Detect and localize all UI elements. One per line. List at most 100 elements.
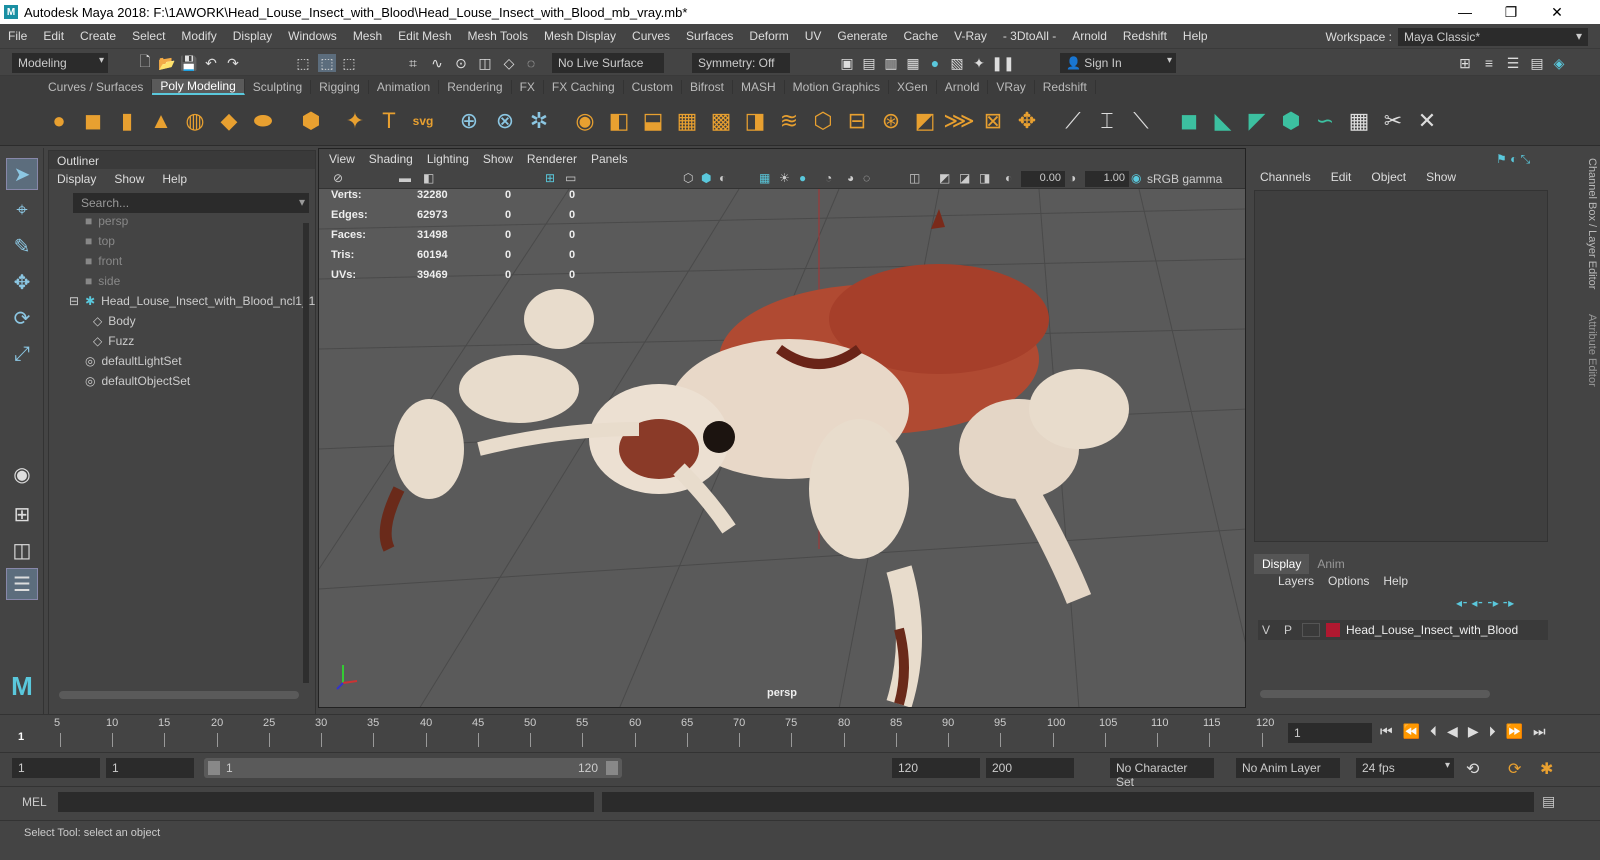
- cut-uv-icon[interactable]: ✕: [1412, 106, 1442, 136]
- outliner-menu-help[interactable]: Help: [162, 172, 187, 186]
- scale-tool-icon[interactable]: ⤢: [6, 338, 38, 370]
- display-layer-row[interactable]: V P Head_Louse_Insect_with_Blood: [1258, 620, 1548, 640]
- viewport-menu-view[interactable]: View: [329, 152, 355, 166]
- tab-vray[interactable]: VRay: [988, 80, 1035, 94]
- snap-point-icon[interactable]: ⊙: [452, 54, 470, 72]
- range-end-handle[interactable]: [606, 761, 618, 775]
- single-view-icon[interactable]: ◉: [6, 458, 38, 490]
- auto-map-icon[interactable]: ∽: [1310, 106, 1340, 136]
- tab-curves-surfaces[interactable]: Curves / Surfaces: [40, 80, 153, 94]
- pause-viewport-icon[interactable]: ❚❚: [991, 54, 1014, 72]
- outliner-vertical-scrollbar[interactable]: [303, 223, 309, 683]
- poly-cone-icon[interactable]: ▲: [146, 106, 176, 136]
- layer-menu-layers[interactable]: Layers: [1278, 574, 1314, 588]
- menu-generate[interactable]: Generate: [829, 29, 895, 43]
- use-lights-icon[interactable]: ☀: [779, 171, 790, 185]
- sign-in-button[interactable]: 👤 Sign In ▾: [1060, 53, 1176, 73]
- play-backward-icon[interactable]: ◀: [1447, 723, 1458, 740]
- tab-fx-caching[interactable]: FX Caching: [544, 80, 624, 94]
- cylindrical-map-icon[interactable]: ◤: [1242, 106, 1272, 136]
- viewport-panel[interactable]: View Shading Lighting Show Renderer Pane…: [318, 148, 1246, 708]
- menu-modify[interactable]: Modify: [173, 29, 224, 43]
- tab-fx[interactable]: FX: [512, 80, 544, 94]
- tab-animation[interactable]: Animation: [369, 80, 440, 94]
- tab-sculpting[interactable]: Sculpting: [245, 80, 312, 94]
- tab-display-layers[interactable]: Display: [1254, 554, 1310, 574]
- bevel-icon[interactable]: ▦: [672, 106, 702, 136]
- channel-box-toggle-icon[interactable]: ⚑ ◐ ⤡: [1496, 152, 1530, 167]
- menu-curves[interactable]: Curves: [624, 29, 678, 43]
- layer-type-toggle[interactable]: [1302, 623, 1320, 637]
- shadows-icon[interactable]: ●: [799, 171, 806, 185]
- insert-loop-icon[interactable]: ⌶: [1092, 106, 1122, 136]
- tab-motion-graphics[interactable]: Motion Graphics: [785, 80, 890, 94]
- tab-anim-layers[interactable]: Anim: [1309, 554, 1352, 574]
- undo-icon[interactable]: ↶: [202, 54, 220, 72]
- script-editor-icon[interactable]: ▤: [1542, 793, 1555, 810]
- gamma-field[interactable]: 1.00: [1085, 171, 1129, 187]
- close-icon[interactable]: ✕: [1534, 0, 1580, 24]
- poly-torus-icon[interactable]: ◍: [180, 106, 210, 136]
- menu-mesh[interactable]: Mesh: [345, 29, 390, 43]
- grid-icon[interactable]: ⊞: [545, 171, 555, 185]
- menu-mesh-display[interactable]: Mesh Display: [536, 29, 624, 43]
- wireframe-on-shaded-icon[interactable]: ◐: [719, 171, 726, 185]
- viewport-menu-lighting[interactable]: Lighting: [427, 152, 469, 166]
- merge-icon[interactable]: ✥: [1012, 106, 1042, 136]
- maya-m-icon[interactable]: M: [6, 670, 38, 702]
- time-slider[interactable]: 1 5 10 15 20 25 30 35 40 45 50 55 60 65 70 75 80 85 90 95 1…: [0, 714, 1600, 751]
- poly-sphere-icon[interactable]: ●: [44, 106, 74, 136]
- menu-edit[interactable]: Edit: [35, 29, 72, 43]
- range-bar[interactable]: 1 120: [204, 758, 622, 778]
- tool-settings-icon[interactable]: ☰: [1504, 54, 1522, 72]
- viewport-menu-shading[interactable]: Shading: [369, 152, 413, 166]
- viewport-menu-show[interactable]: Show: [483, 152, 513, 166]
- layer-name[interactable]: Head_Louse_Insect_with_Blood: [1346, 623, 1518, 637]
- new-scene-icon[interactable]: 🗋: [136, 53, 154, 72]
- attribute-editor-icon[interactable]: ≡: [1480, 54, 1498, 72]
- anim-layer-dropdown[interactable]: No Anim Layer: [1236, 758, 1340, 778]
- rotate-tool-icon[interactable]: ⟳: [6, 302, 38, 334]
- color-management-icon[interactable]: ◉: [1131, 171, 1141, 185]
- colorspace-label[interactable]: sRGB gamma: [1147, 172, 1222, 186]
- tab-mash[interactable]: MASH: [733, 80, 785, 94]
- edge-loop-icon[interactable]: ⟋: [1058, 106, 1088, 136]
- gamma-icon[interactable]: ◑: [1069, 171, 1076, 185]
- ipr-render-icon[interactable]: ▥: [882, 54, 900, 72]
- two-view-icon[interactable]: ◫: [6, 534, 38, 566]
- live-surface-field[interactable]: No Live Surface: [552, 53, 664, 73]
- move-tool-icon[interactable]: ✥: [6, 266, 38, 298]
- isolate-select-icon[interactable]: ◫: [909, 171, 920, 185]
- fps-dropdown[interactable]: 24 fps ▾: [1356, 758, 1454, 778]
- tab-rigging[interactable]: Rigging: [311, 80, 369, 94]
- render-current-icon[interactable]: ▤: [860, 54, 878, 72]
- modeling-toolkit-icon[interactable]: ⊞: [1456, 54, 1474, 72]
- time-ruler[interactable]: 1 5 10 15 20 25 30 35 40 45 50 55 60 65 70 75 80 85 90 95 1…: [14, 715, 1278, 751]
- boolean-icon[interactable]: ◉: [570, 106, 600, 136]
- menu-redshift[interactable]: Redshift: [1115, 29, 1175, 43]
- menu-arnold[interactable]: Arnold: [1064, 29, 1115, 43]
- character-set-dropdown[interactable]: No Character Set: [1110, 758, 1214, 789]
- combine-icon[interactable]: ⊕: [454, 106, 484, 136]
- workspace-dropdown[interactable]: Maya Classic* ▾: [1398, 28, 1588, 46]
- exposure-icon[interactable]: ◐: [1005, 171, 1012, 185]
- bridge-icon[interactable]: ▩: [706, 106, 736, 136]
- outliner-item-group[interactable]: ⊟ ✱ Head_Louse_Insect_with_Blood_ncl1_1: [69, 291, 315, 311]
- viewport-menu-renderer[interactable]: Renderer: [527, 152, 577, 166]
- outliner-item-lightset[interactable]: ◎ defaultLightSet: [85, 351, 182, 371]
- hypershade-icon[interactable]: ●: [926, 54, 944, 72]
- playback-start-field[interactable]: 1: [106, 758, 194, 778]
- render-setup-icon[interactable]: ▧: [948, 54, 966, 72]
- menu-file[interactable]: File: [0, 29, 35, 43]
- render-view-icon[interactable]: ▣: [838, 54, 856, 72]
- select-camera-icon[interactable]: ⊘: [333, 171, 343, 185]
- menu-cache[interactable]: Cache: [895, 29, 946, 43]
- anti-alias-icon[interactable]: ◌: [863, 171, 870, 185]
- select-hierarchy-icon[interactable]: ⬚: [294, 54, 312, 72]
- poly-plane-icon[interactable]: ◆: [214, 106, 244, 136]
- paint-select-icon[interactable]: ✎: [6, 230, 38, 262]
- checker-icon[interactable]: ▦: [1344, 106, 1374, 136]
- snap-grid-icon[interactable]: ⌗: [404, 54, 422, 72]
- outliner-menu-display[interactable]: Display: [57, 172, 96, 186]
- channel-menu-channels[interactable]: Channels: [1260, 170, 1311, 184]
